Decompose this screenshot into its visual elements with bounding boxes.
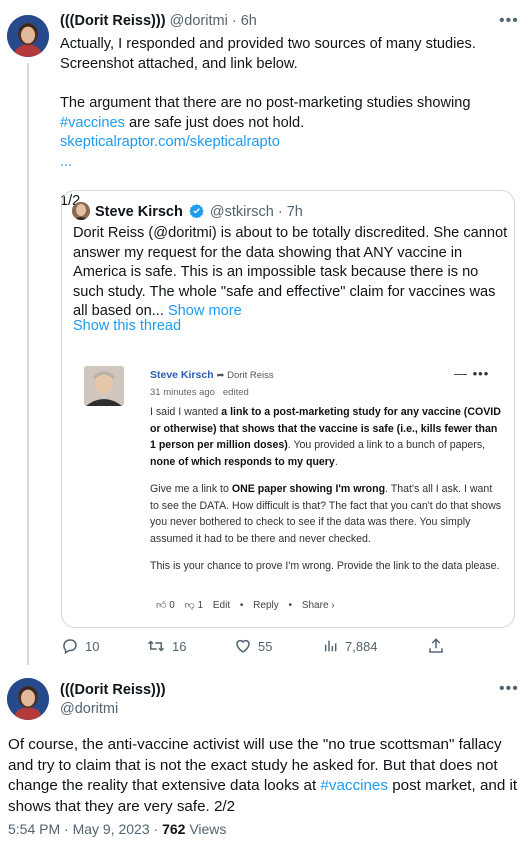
reply-icon: [63, 639, 77, 655]
avatar-dorit-reiss[interactable]: [7, 15, 49, 57]
reply-button[interactable]: 10: [61, 637, 99, 655]
tweet1-action-bar: 10 16 55 7,884: [61, 637, 521, 659]
screenshot-menu-icon: — •••: [454, 366, 490, 381]
tweet1-paragraph-1: Actually, I responded and provided two s…: [60, 36, 476, 72]
screenshot-avatar-photo: [84, 366, 124, 406]
quote-header: Steve Kirsch @stkirsch · 7h: [95, 203, 303, 220]
tweet1-hashtag-vaccines[interactable]: #vaccines: [60, 115, 125, 131]
reply-count: 10: [85, 638, 100, 654]
tweet2-header: (((Dorit Reiss))) @doritmi: [60, 681, 166, 719]
tweet2-display-name[interactable]: (((Dorit Reiss))): [60, 682, 166, 698]
tweet1-display-name[interactable]: (((Dorit Reiss))): [60, 13, 166, 29]
tweet2-handle[interactable]: @doritmi: [60, 700, 166, 719]
share-button[interactable]: [427, 637, 445, 655]
quote-handle[interactable]: @stkirsch: [210, 204, 274, 220]
retweet-count: 16: [172, 638, 187, 654]
tweet1-dot: ·: [231, 13, 237, 29]
tweet1-link-ellipsis[interactable]: ...: [60, 154, 72, 170]
screenshot-sep: •: [288, 600, 293, 611]
thumbs-up-icon: 👍︎ 0: [156, 600, 175, 611]
tweet1-link[interactable]: skepticalraptor.com/skepticalrapto: [60, 134, 280, 150]
screenshot-paragraph-1: I said I wanted a link to a post-marketi…: [150, 406, 501, 468]
screenshot-reply-to: Dorit Reiss: [227, 370, 274, 381]
quoted-tweet-card[interactable]: Steve Kirsch @stkirsch · 7h Dorit Reiss …: [61, 190, 515, 628]
screenshot-paragraph-3: This is your chance to prove I'm wrong. …: [150, 560, 500, 572]
screenshot-action-bar: 👍︎ 0 👎︎ 1 Edit • Reply • Share ›: [156, 599, 342, 611]
analytics-icon: [324, 640, 337, 652]
verified-badge-icon: [189, 203, 204, 218]
screenshot-reply: Reply: [253, 600, 279, 611]
tweet2-timestamp[interactable]: 5:54 PM · May 9, 2023 · 762 Views: [8, 821, 226, 837]
tweet1-handle[interactable]: @doritmi: [170, 13, 228, 29]
tweet1-header: (((Dorit Reiss))) @doritmi · 6h: [60, 13, 257, 29]
heart-icon: [236, 639, 250, 653]
screenshot-edit: Edit: [212, 600, 231, 611]
quote-show-thread-link[interactable]: Show this thread: [73, 318, 181, 334]
tweet2-more-icon[interactable]: •••: [499, 680, 519, 698]
screenshot-edited: edited: [222, 387, 249, 398]
tweet1-more-icon[interactable]: •••: [499, 12, 519, 30]
screenshot-header: Steve Kirsch ➦ Dorit Reiss: [150, 369, 274, 381]
screenshot-paragraph-2: Give me a link to ONE paper showing I'm …: [150, 483, 502, 545]
like-button[interactable]: 55: [234, 637, 272, 655]
thread-connector-line: [27, 63, 29, 665]
tweet2-body: Of course, the anti-vaccine activist wil…: [8, 736, 518, 815]
tweet1-body: Actually, I responded and provided two s…: [60, 35, 520, 212]
attached-screenshot-image[interactable]: Steve Kirsch ➦ Dorit Reiss 31 minutes ag…: [82, 361, 506, 621]
retweet-button[interactable]: 16: [146, 637, 186, 655]
quote-time[interactable]: 7h: [287, 204, 303, 220]
screenshot-time: 31 minutes ago edited: [150, 387, 249, 398]
views-button[interactable]: 7,884: [323, 637, 378, 655]
quote-avatar-steve-kirsch[interactable]: [72, 202, 90, 220]
quote-show-more-link[interactable]: Show more: [168, 303, 242, 319]
retweet-icon: [147, 640, 165, 652]
tweet1-paragraph-2: The argument that there are no post-mark…: [60, 95, 471, 170]
quote-display-name[interactable]: Steve Kirsch: [95, 204, 183, 220]
avatar-dorit-reiss-2[interactable]: [7, 678, 49, 720]
screenshot-sep: •: [239, 600, 244, 611]
thumbs-down-icon: 👎︎ 1: [184, 600, 204, 611]
quote-text: Dorit Reiss (@doritmi) is about to be to…: [73, 225, 508, 319]
reply-arrow-icon: ➦: [216, 370, 228, 381]
tweet2-views-count: 762: [162, 821, 186, 837]
screenshot-author: Steve Kirsch: [150, 369, 214, 381]
tweet2-hashtag-vaccines[interactable]: #vaccines: [320, 777, 388, 794]
tweet1-time[interactable]: 6h: [241, 13, 257, 29]
like-count: 55: [258, 638, 273, 654]
views-count: 7,884: [345, 638, 378, 654]
quote-body: Dorit Reiss (@doritmi) is about to be to…: [73, 224, 508, 322]
screenshot-share: Share ›: [301, 600, 335, 611]
share-icon: [429, 638, 443, 653]
